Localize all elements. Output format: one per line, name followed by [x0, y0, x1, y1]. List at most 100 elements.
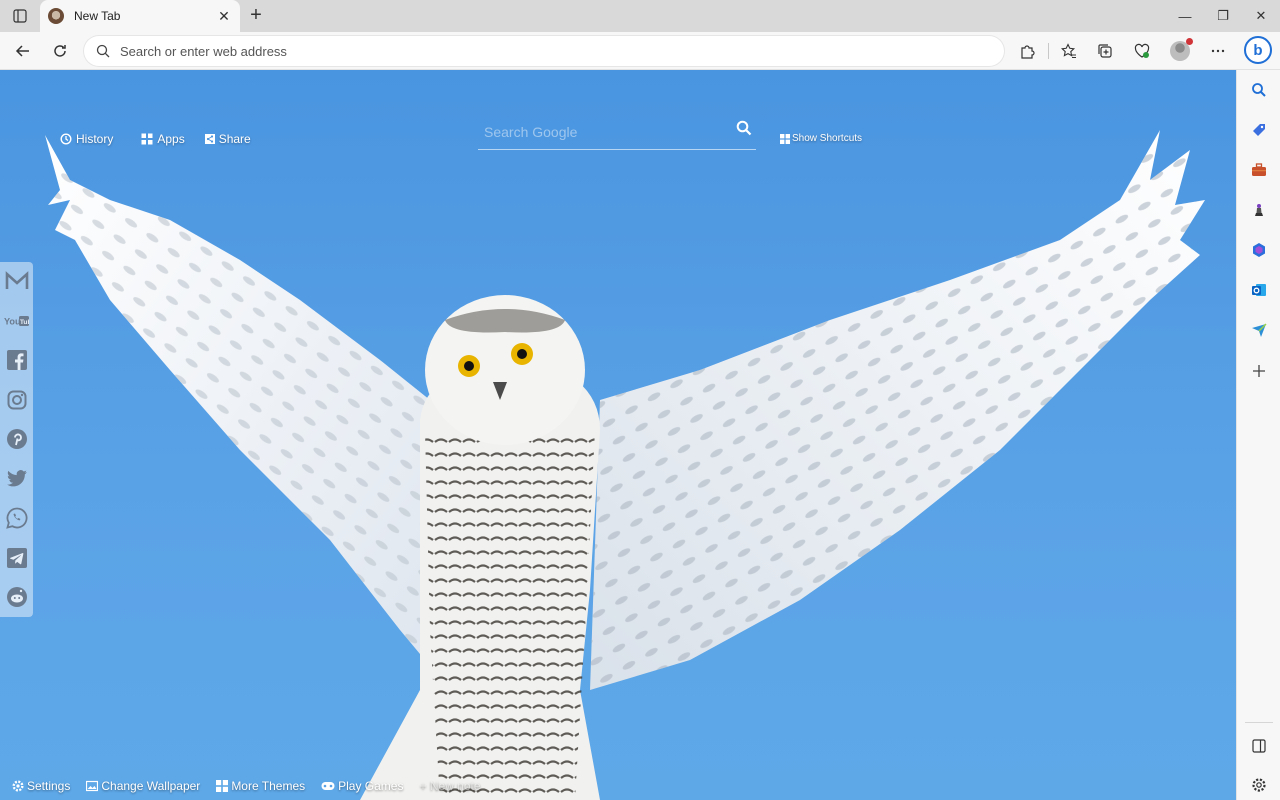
- sidebar-drop-button[interactable]: [1247, 318, 1271, 342]
- briefcase-icon: [1252, 163, 1266, 176]
- more-dots-icon: [1211, 49, 1225, 53]
- search-icon: [1252, 83, 1266, 97]
- play-games-button[interactable]: Play Games: [321, 779, 403, 793]
- puzzle-icon: [1021, 45, 1035, 59]
- tab-actions-button[interactable]: [8, 6, 32, 26]
- performance-button[interactable]: [1129, 38, 1155, 64]
- settings-more-button[interactable]: [1205, 38, 1231, 64]
- sidebar-search-button[interactable]: [1247, 78, 1271, 102]
- edge-sidebar: [1236, 70, 1280, 800]
- sidebar-outlook-button[interactable]: [1247, 278, 1271, 302]
- new-note-label: + New note: [419, 779, 481, 793]
- share-icon: [204, 134, 215, 144]
- collections-icon: [1098, 44, 1112, 58]
- extensions-button[interactable]: [1014, 38, 1040, 64]
- owl-favicon-icon: [48, 8, 64, 24]
- twitter-icon[interactable]: [4, 466, 29, 491]
- sidebar-settings-button[interactable]: [1247, 773, 1271, 797]
- add-icon: [1253, 365, 1265, 377]
- office-icon: [1253, 243, 1265, 257]
- facebook-icon[interactable]: [4, 347, 29, 372]
- minimize-button[interactable]: —: [1166, 0, 1204, 32]
- sidebar-split-button[interactable]: [1247, 734, 1271, 758]
- favorites-star-icon: [1061, 43, 1076, 58]
- tab-actions-icon: [13, 9, 27, 23]
- tag-icon: [1253, 124, 1265, 136]
- refresh-button[interactable]: [47, 38, 73, 64]
- history-icon: [60, 133, 72, 145]
- new-tab-page: History Apps Share Show Shortcuts YouTub…: [0, 70, 1236, 800]
- sidebar-shopping-button[interactable]: [1247, 118, 1271, 142]
- google-search-input[interactable]: [478, 123, 718, 140]
- show-shortcuts-label: Show Shortcuts: [792, 133, 863, 144]
- tab-title: New Tab: [74, 9, 121, 23]
- play-games-label: Play Games: [338, 779, 404, 793]
- heart-pulse-icon: [1134, 43, 1150, 58]
- bing-copilot-button[interactable]: b: [1244, 36, 1272, 64]
- chess-icon: [1255, 204, 1263, 216]
- back-arrow-icon: [15, 45, 29, 57]
- gear-icon: [12, 780, 24, 792]
- collections-button[interactable]: [1092, 38, 1118, 64]
- youtube-icon[interactable]: YouTube: [4, 308, 29, 333]
- change-wallpaper-button[interactable]: Change Wallpaper: [86, 779, 200, 793]
- apps-grid-icon: [141, 133, 153, 145]
- search-icon[interactable]: [736, 120, 752, 136]
- share-label: Share: [218, 132, 251, 146]
- apps-link[interactable]: Apps: [141, 132, 185, 146]
- settings-button[interactable]: Settings: [12, 779, 70, 793]
- active-tab[interactable]: New Tab ✕: [40, 0, 240, 32]
- show-shortcuts-button[interactable]: Show Shortcuts: [780, 133, 862, 144]
- bing-logo-icon: b: [1253, 41, 1263, 59]
- telegram-icon[interactable]: [4, 545, 29, 570]
- instagram-icon[interactable]: [4, 387, 29, 412]
- tab-close-icon[interactable]: ✕: [216, 8, 232, 25]
- sidebar-games-button[interactable]: [1247, 198, 1271, 222]
- social-sidebar: YouTube: [0, 262, 33, 617]
- profile-button[interactable]: [1167, 38, 1193, 64]
- tab-strip: New Tab ✕ + — ❐ ✕: [0, 0, 1280, 32]
- bottom-bar: Settings Change Wallpaper More Themes Pl…: [12, 779, 497, 793]
- pinterest-icon[interactable]: [4, 426, 29, 451]
- sidebar-add-button[interactable]: [1247, 359, 1271, 383]
- share-link[interactable]: Share: [204, 132, 251, 146]
- favorites-button[interactable]: [1056, 38, 1082, 64]
- sidebar-office-button[interactable]: [1247, 238, 1271, 262]
- search-icon: [96, 44, 110, 58]
- more-themes-label: More Themes: [231, 779, 306, 793]
- settings-label: Settings: [27, 779, 71, 793]
- outlook-icon: [1252, 284, 1266, 296]
- gamepad-icon: [321, 782, 335, 790]
- google-search-box: [478, 114, 756, 150]
- whatsapp-icon[interactable]: [4, 505, 29, 530]
- new-tab-button[interactable]: +: [244, 4, 268, 28]
- address-bar[interactable]: [84, 36, 1004, 66]
- send-icon: [1252, 323, 1267, 337]
- sidebar-tools-button[interactable]: [1247, 158, 1271, 182]
- svg-text:Tube: Tube: [20, 318, 29, 325]
- change-wallpaper-label: Change Wallpaper: [101, 779, 201, 793]
- gmail-icon[interactable]: [4, 268, 29, 293]
- history-label: History: [76, 132, 114, 146]
- address-input[interactable]: [120, 43, 980, 59]
- apps-label: Apps: [157, 132, 185, 146]
- restore-button[interactable]: ❐: [1204, 0, 1242, 32]
- avatar: [1170, 38, 1193, 61]
- top-nav: History Apps Share: [60, 132, 271, 146]
- split-screen-icon: [1252, 739, 1266, 753]
- new-note-button[interactable]: + New note: [419, 779, 480, 793]
- refresh-icon: [54, 45, 66, 57]
- reddit-icon[interactable]: [4, 584, 29, 609]
- image-icon: [86, 780, 99, 792]
- settings-icon: [1252, 778, 1266, 792]
- more-themes-button[interactable]: More Themes: [216, 779, 305, 793]
- shortcuts-grid-icon: [780, 133, 790, 144]
- toolbar-divider: [1048, 43, 1049, 59]
- close-window-button[interactable]: ✕: [1242, 0, 1280, 32]
- snowy-owl-wallpaper: [45, 130, 1205, 800]
- browser-toolbar: [0, 32, 1280, 70]
- themes-grid-icon: [216, 780, 229, 792]
- back-button[interactable]: [10, 38, 36, 64]
- history-link[interactable]: History: [60, 132, 113, 146]
- sidebar-divider: [1245, 722, 1273, 723]
